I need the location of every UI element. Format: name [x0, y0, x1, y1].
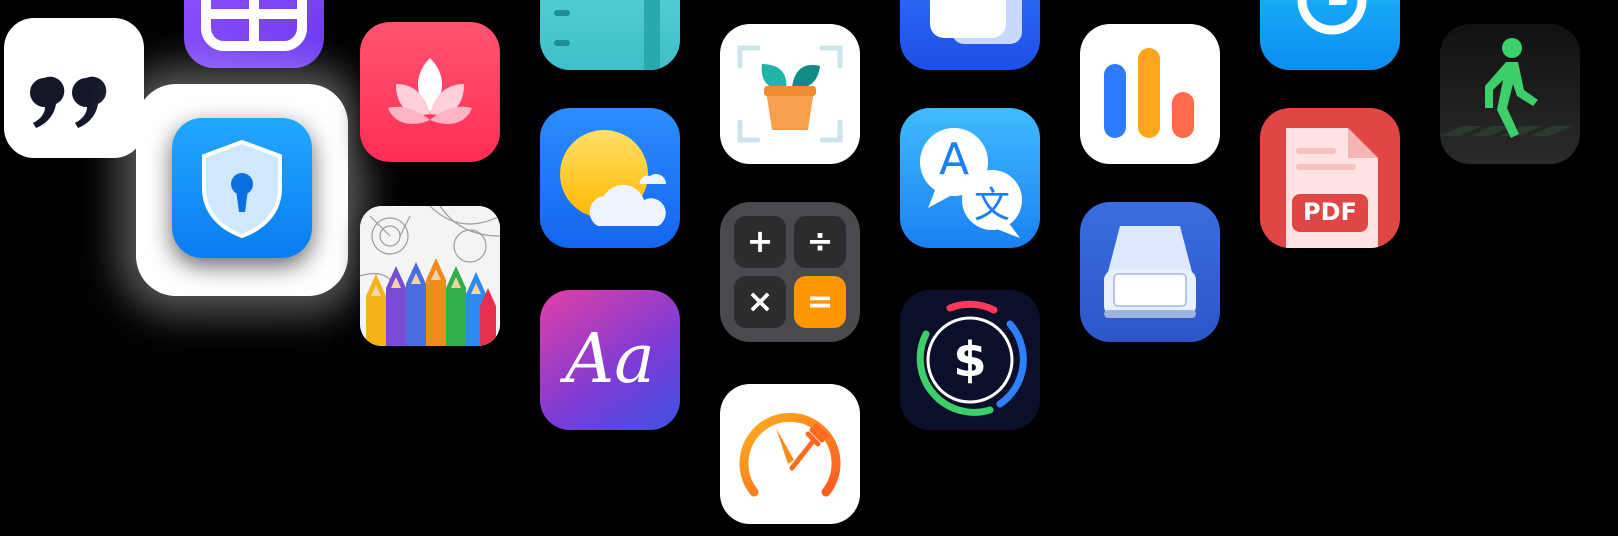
plant-scan-icon[interactable] [720, 24, 860, 164]
translate-cards-icon[interactable] [900, 0, 1040, 70]
widget-layout-icon[interactable] [184, 0, 324, 68]
translate-bubbles-icon[interactable]: A 文 [900, 108, 1040, 248]
lotus-icon[interactable] [360, 22, 500, 162]
budget-dollar-icon[interactable]: $ [900, 290, 1040, 430]
translate-glyph-cjk: 文 [973, 185, 1010, 226]
shield-lock-icon[interactable] [172, 118, 312, 258]
pdf-label: PDF [1303, 198, 1357, 226]
fasting-timer-icon[interactable] [720, 384, 860, 524]
coloring-pencils-icon[interactable] [360, 206, 500, 346]
calc-multiply-key: × [746, 282, 774, 320]
pedestrian-walk-icon[interactable] [1440, 24, 1580, 164]
weather-sun-cloud-icon[interactable] [540, 108, 680, 248]
bar-chart-icon[interactable] [1080, 24, 1220, 164]
document-scanner-icon[interactable] [1080, 202, 1220, 342]
calc-plus-key: + [746, 222, 774, 260]
calculator-icon[interactable]: + ÷ × = [720, 202, 860, 342]
clock-icon[interactable] [1260, 0, 1400, 70]
font-aa-glyph: Aa [565, 320, 655, 399]
font-aa-icon[interactable]: Aa [540, 290, 680, 430]
pdf-file-icon[interactable]: PDF [1260, 108, 1400, 248]
calc-divide-key: ÷ [806, 222, 834, 260]
dollar-glyph: $ [953, 332, 987, 388]
icon-collage-caption [0, 0, 1, 1]
notebook-icon[interactable] [540, 0, 680, 70]
calc-equals-key: = [806, 282, 834, 320]
quote-icon[interactable] [4, 18, 144, 158]
